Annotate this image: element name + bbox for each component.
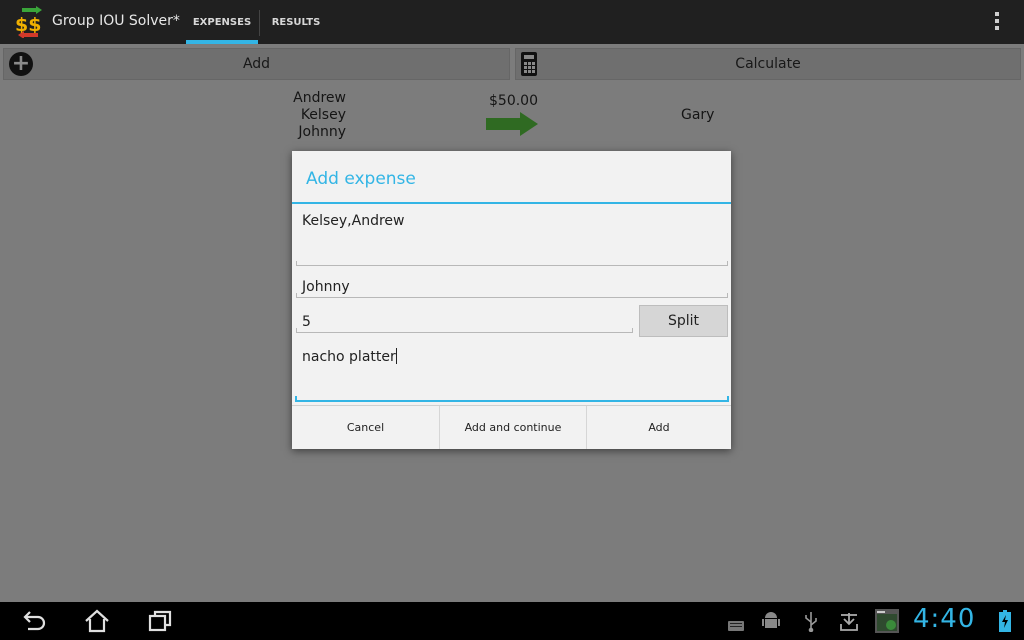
battery-icon (999, 610, 1011, 632)
payer-name: Johnny (298, 124, 346, 140)
clock: 4:40 (913, 604, 976, 634)
add-and-continue-button[interactable]: Add and continue (440, 406, 586, 449)
calculate-button[interactable]: Calculate (515, 48, 1021, 80)
app-title: Group IOU Solver* (52, 13, 180, 29)
expense-amount: $50.00 (489, 93, 538, 109)
download-icon (838, 610, 860, 632)
description-text: nacho platter (302, 349, 396, 365)
add-expense-dialog: Add expense Kelsey,Andrew Johnny 5 Split… (292, 151, 731, 449)
expense-payers[interactable]: Andrew Kelsey Johnny (290, 90, 346, 141)
amount-input[interactable]: 5 (302, 314, 311, 330)
android-debug-icon (762, 610, 780, 632)
dialog-title: Add expense (306, 169, 416, 189)
usb-icon (804, 610, 818, 633)
recent-apps-icon[interactable] (146, 608, 174, 634)
description-input-underline (295, 396, 729, 402)
expense-payee: Gary (681, 107, 715, 123)
overflow-menu-icon[interactable] (994, 12, 1000, 32)
tab-divider (259, 10, 260, 36)
home-icon[interactable] (83, 608, 111, 634)
tab-results[interactable]: RESULTS (264, 0, 328, 44)
svg-text:$$: $$ (15, 14, 41, 36)
dialog-title-divider (292, 202, 731, 204)
calculator-icon (521, 52, 537, 76)
payee-input[interactable]: Johnny (302, 279, 350, 295)
text-cursor (395, 348, 397, 364)
add-expense-button[interactable]: Add (3, 48, 510, 80)
arrow-right-icon (486, 112, 540, 136)
payers-input[interactable]: Kelsey,Andrew (302, 213, 404, 229)
add-button[interactable]: Add (587, 406, 731, 449)
description-input[interactable]: nacho platter (302, 348, 397, 365)
screenshot-icon (874, 608, 900, 634)
split-button[interactable]: Split (639, 305, 728, 337)
amount-input-underline (296, 328, 633, 333)
plus-icon: + (9, 52, 33, 76)
keyboard-icon (728, 616, 744, 631)
payers-input-underline (296, 261, 728, 266)
back-icon[interactable] (20, 608, 48, 634)
cancel-button[interactable]: Cancel (292, 406, 439, 449)
add-button-label: Add (242, 56, 271, 72)
payer-name: Andrew (293, 90, 346, 106)
app-logo-icon: $$ (14, 6, 46, 39)
payer-name: Kelsey (300, 107, 346, 123)
split-button-label: Split (667, 313, 700, 329)
tab-expenses[interactable]: EXPENSES (186, 0, 258, 44)
payee-input-underline (296, 293, 728, 298)
calculate-button-label: Calculate (735, 56, 801, 72)
